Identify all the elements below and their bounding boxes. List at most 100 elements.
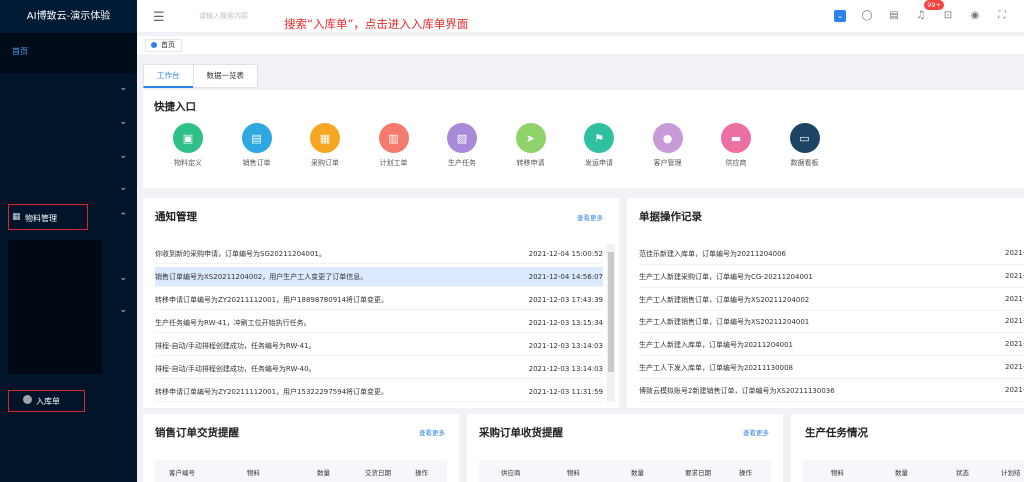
sidebar-item-material-management[interactable]: ▦ 物料管理 ⌃ xyxy=(0,208,137,230)
quick-entry-icon: ⚑ xyxy=(584,123,614,153)
sidebar-item-label: 物料管理 xyxy=(25,214,57,223)
quick-entry-2[interactable]: ▦ 采购订单 xyxy=(300,123,350,168)
notice-text: 排程-自动/手动排程创建成功，任务编号为RW-41。 xyxy=(155,342,316,350)
quick-entry-label: 物料定义 xyxy=(174,159,202,167)
notice-time: 2021-12-03 17:43:39 xyxy=(528,296,603,304)
sales-more-link[interactable]: 查看更多 xyxy=(419,427,445,437)
purchase-reminder-title: 采购订单收货提醒 xyxy=(479,427,563,439)
record-row[interactable]: 生产工人新建入库单，订单编号为20211204001 xyxy=(639,334,1024,357)
notice-row[interactable]: 你收到新的采购申请，订单编号为SG20211204001。 2021-12-04 … xyxy=(155,244,603,264)
sidebar-collapsed-group-3[interactable]: ⌄ xyxy=(0,146,137,168)
table-header-cell: 状态 xyxy=(956,469,969,477)
dropdown-icon[interactable]: ⌄ xyxy=(834,10,846,22)
table-header-cell: 操作 xyxy=(739,469,752,477)
notice-time: 2021-12-04 15:00:52 xyxy=(528,250,603,258)
sidebar-item-inbound-order[interactable]: 入库单 xyxy=(0,391,137,413)
record-row[interactable]: 生产工人新建销售订单，订单编号为XS20211204001 xyxy=(639,311,1024,334)
document-icon[interactable]: ▤ xyxy=(888,10,900,22)
quick-entry-9[interactable]: ▭ 数据看板 xyxy=(780,123,830,168)
quick-entry-5[interactable]: ➤ 转移申请 xyxy=(506,123,556,168)
notification-badge: 99+ xyxy=(924,0,944,10)
notice-row[interactable]: 销售订单编号为XS20211204002，用户生产工人变更了订单信息。 2021-… xyxy=(155,267,603,287)
notice-more-link[interactable]: 查看更多 xyxy=(577,212,603,222)
sidebar-collapsed-group-4[interactable]: ⌄ xyxy=(0,178,137,200)
quick-entry-6[interactable]: ⚑ 发运申请 xyxy=(574,123,624,168)
notice-row[interactable]: 排程-自动/手动排程创建成功，任务编号为RW-41。 2021-12-03 13:… xyxy=(155,336,603,356)
notice-scrollbar[interactable] xyxy=(607,244,615,402)
table-header-cell: 要求日期 xyxy=(685,469,711,477)
notice-row[interactable]: 生产任务编号为RW-41，冲刷工位开始执行任务。 2021-12-03 13:15… xyxy=(155,313,603,333)
table-header-cell: 物料 xyxy=(567,469,580,477)
quick-entry-8[interactable]: ▬ 供应商 xyxy=(711,123,761,168)
quick-entry-label: 计划工单 xyxy=(379,159,408,167)
sidebar-item-home[interactable]: 首页 xyxy=(0,33,137,73)
notice-row[interactable]: 转移申请订单编号为ZY20211112001，用户15322297594将订单变… xyxy=(155,382,603,402)
quick-entry-label: 客户管理 xyxy=(653,159,682,167)
quick-entry-7[interactable]: ● 客户管理 xyxy=(643,123,693,168)
page-tabs-bar: 首页 xyxy=(137,36,1024,54)
lock-icon[interactable]: ⊡ xyxy=(942,10,954,22)
quick-entry-icon: ▭ xyxy=(789,123,820,153)
notice-text: 你收到新的采购申请，订单编号为SG20211204001。 xyxy=(155,250,326,258)
table-header-cell: 操作 xyxy=(415,469,428,477)
quick-entry-4[interactable]: ▨ 生产任务 xyxy=(437,123,487,168)
sidebar-collapsed-group-1[interactable]: ⌄ xyxy=(0,78,137,100)
quick-entry-label: 数据看板 xyxy=(790,159,819,167)
record-row[interactable]: 生产工人新建销售订单，订单编号为XS20211204002 xyxy=(639,289,1024,311)
sales-reminder-title: 销售订单交货提醒 xyxy=(155,427,239,439)
search-input[interactable]: 请输入搜索内容 xyxy=(199,11,248,21)
notice-row[interactable]: 排程-自动/手动排程创建成功，任务编号为RW-40。 2021-12-03 13:… xyxy=(155,359,603,379)
record-time: 2021- xyxy=(1005,385,1024,394)
scroll-thumb[interactable] xyxy=(608,252,614,372)
record-row[interactable]: 范佳乐新建入库单，订单编号为20211204006 xyxy=(639,243,1024,265)
table-header-cell: 供应商 xyxy=(501,469,521,477)
grid-icon: ▦ xyxy=(12,212,21,222)
quick-entry-icon: ▥ xyxy=(378,123,409,153)
sales-table-header xyxy=(155,460,447,482)
quick-entry-1[interactable]: ▤ 销售订单 xyxy=(232,123,282,168)
fullscreen-icon[interactable]: ⛶ xyxy=(996,10,1008,22)
record-time: 2021- xyxy=(1005,363,1024,371)
table-header-cell: 物料 xyxy=(247,469,260,477)
tab-home-label: 首页 xyxy=(161,41,175,49)
quick-entry-3[interactable]: ▥ 计划工单 xyxy=(369,123,419,168)
eye-icon[interactable]: ◉ xyxy=(969,10,981,22)
tab-home[interactable]: 首页 xyxy=(145,39,182,52)
quick-entry-label: 生产任务 xyxy=(448,159,476,167)
tab-workbench[interactable]: 工作台 xyxy=(143,64,194,88)
sidebar-sub-group-2[interactable]: ⌄ xyxy=(0,300,137,322)
chevron-down-icon: ⌄ xyxy=(119,83,127,93)
record-row[interactable]: 生产工人下发入库单，订单编号为20211130008 xyxy=(639,357,1024,379)
notice-time: 2021-12-03 11:31:59 xyxy=(528,388,603,396)
tab-data-overview[interactable]: 数据一览表 xyxy=(192,64,258,88)
record-time: 2021- xyxy=(1005,249,1024,257)
instruction-annotation: 搜索“入库单”，点击进入入库单界面 xyxy=(284,17,469,31)
notice-row[interactable]: 转移申请订单编号为ZY20211112001，用户18898780914将订单变… xyxy=(155,290,603,310)
sidebar-item-label: 入库单 xyxy=(36,397,60,406)
bell-icon[interactable]: ♫ xyxy=(915,10,927,22)
table-header-cell: 数量 xyxy=(317,469,330,477)
chevron-up-icon: ⌃ xyxy=(119,212,127,222)
quick-entry-icon: ● xyxy=(652,123,683,153)
menu-toggle-icon[interactable]: ☰ xyxy=(153,10,165,25)
notice-time: 2021-12-03 13:14:03 xyxy=(528,365,603,373)
sidebar-collapsed-group-2[interactable]: ⌄ xyxy=(0,112,137,134)
record-time: 2021- xyxy=(1005,340,1024,349)
record-time: 2021- xyxy=(1005,294,1024,303)
chat-icon[interactable]: ◯ xyxy=(861,10,873,22)
sidebar: AI博致云-演示体验 首页 ⌄ ⌄ ⌄ ⌄ ▦ 物料管理 ⌃ ⌄ ⌄ 入库单 xyxy=(0,0,137,482)
quick-entry-label: 发运申请 xyxy=(585,159,613,167)
quick-entry-icon: ▣ xyxy=(173,123,203,153)
record-row[interactable]: 博致云模拟账号2新建销售订单，订单编号为XS20211130036 xyxy=(639,380,1024,402)
notice-text: 销售订单编号为XS20211204002，用户生产工人变更了订单信息。 xyxy=(155,273,368,281)
notice-time: 2021-12-03 13:15:34 xyxy=(528,319,603,327)
quick-entry-card: 快捷入口 ▣ 物料定义 ▤ 销售订单 ▦ 采购订单 ▥ 计划工单 ▨ 生产任务 ➤ 转移申请 ⚑ 发运申请… xyxy=(143,90,1024,188)
sidebar-sub-group-1[interactable]: ⌄ xyxy=(0,268,137,290)
record-row[interactable]: 生产工人新建采购订单，订单编号为CG-20211204001 xyxy=(639,266,1024,288)
purchase-more-link[interactable]: 查看更多 xyxy=(743,427,769,437)
chevron-down-icon: ⌄ xyxy=(119,305,127,315)
records-card: 单据操作记录 范佳乐新建入库单，订单编号为20211204006 2021- 生产工… xyxy=(627,198,1024,408)
quick-entry-0[interactable]: ▣ 物料定义 xyxy=(163,123,213,168)
quick-entry-icon: ▨ xyxy=(447,123,477,153)
active-dot-icon xyxy=(151,42,157,48)
